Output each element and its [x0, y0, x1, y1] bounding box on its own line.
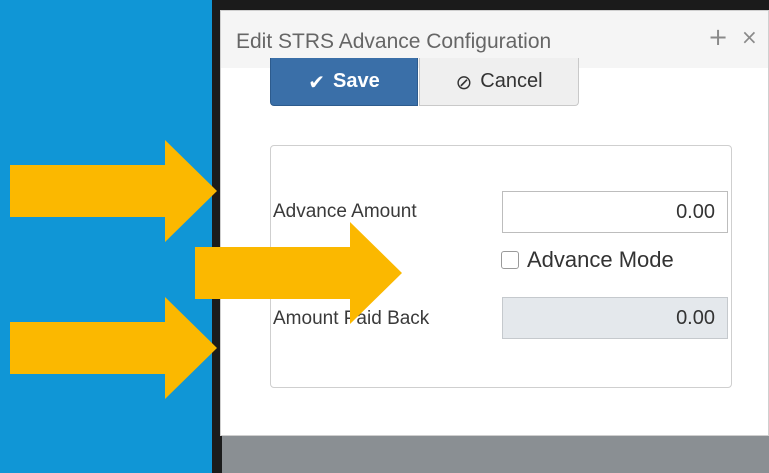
- close-icon[interactable]: ×: [741, 25, 758, 49]
- cancel-label: Cancel: [480, 70, 543, 92]
- cancel-button[interactable]: ⊘ Cancel: [419, 58, 579, 106]
- save-button[interactable]: ✔ Save: [270, 58, 418, 106]
- checkmark-icon: ✔: [308, 69, 326, 94]
- pin-icon[interactable]: +: [708, 25, 728, 49]
- advance-amount-input[interactable]: 0.00: [502, 191, 728, 233]
- save-label: Save: [333, 70, 380, 92]
- advance-amount-label: Advance Amount: [273, 201, 417, 222]
- advance-mode-toggle[interactable]: Advance Mode: [501, 247, 674, 273]
- modal-backdrop: [222, 436, 769, 473]
- advance-mode-label: Advance Mode: [527, 247, 674, 272]
- pointer-arrow-icon: [10, 140, 217, 242]
- amount-paid-back-input: 0.00: [502, 297, 728, 339]
- ban-icon: ⊘: [455, 69, 473, 94]
- pointer-arrow-icon: [10, 297, 217, 399]
- advance-mode-checkbox[interactable]: [501, 251, 519, 269]
- pointer-arrow-icon: [195, 222, 402, 324]
- dialog-title: Edit STRS Advance Configuration: [236, 30, 552, 53]
